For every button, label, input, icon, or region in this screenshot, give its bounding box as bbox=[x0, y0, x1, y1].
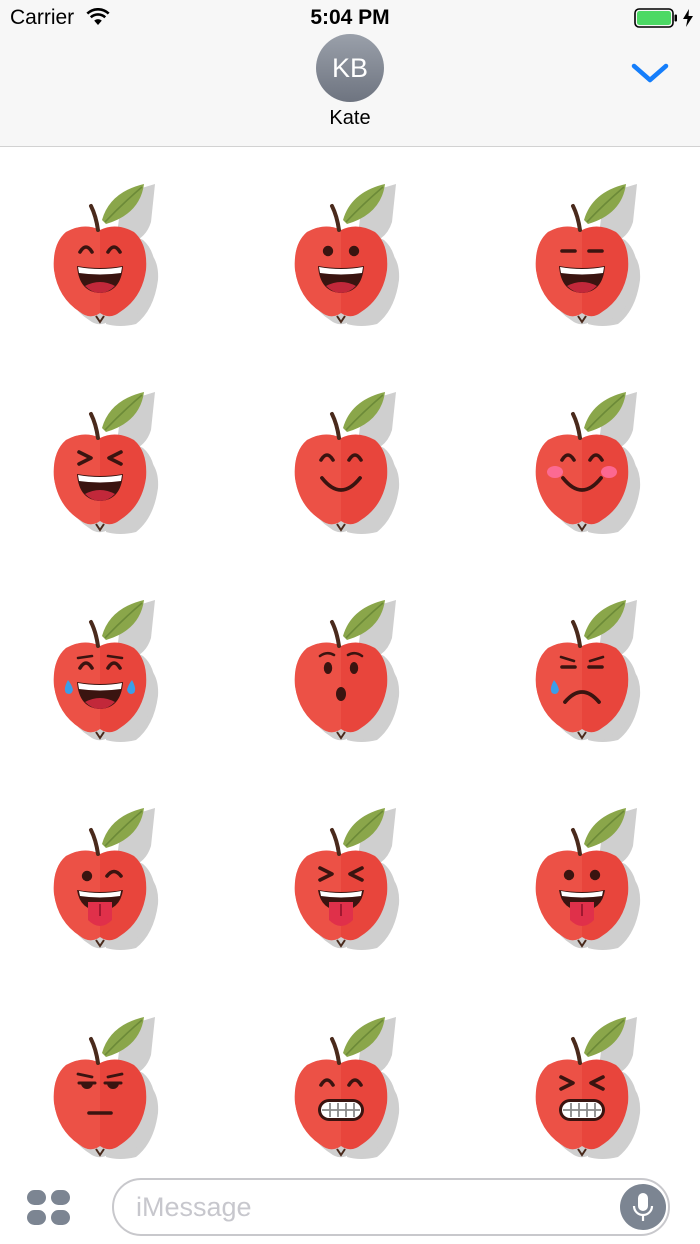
apple-sticker-icon bbox=[53, 392, 159, 534]
sticker-grid bbox=[0, 147, 700, 1167]
charging-bolt-icon bbox=[682, 8, 694, 33]
apple-sticker-icon bbox=[535, 1017, 641, 1159]
chevron-down-icon bbox=[631, 63, 669, 83]
battery-icon bbox=[634, 8, 678, 33]
sticker-surprised[interactable] bbox=[291, 596, 401, 746]
status-bar: Carrier 5:04 PM bbox=[0, 0, 700, 36]
apple-sticker-icon bbox=[53, 184, 159, 326]
sticker-sad-tear[interactable] bbox=[532, 596, 642, 746]
collapse-button[interactable] bbox=[628, 58, 672, 90]
sticker-dot-tongue[interactable] bbox=[532, 804, 642, 954]
sticker-grimace[interactable] bbox=[291, 1013, 401, 1163]
sticker-grin-dot-eyes[interactable] bbox=[291, 180, 401, 330]
apple-sticker-icon bbox=[294, 1017, 400, 1159]
sticker-squint-tongue[interactable] bbox=[291, 804, 401, 954]
apple-sticker-icon bbox=[53, 1017, 159, 1159]
sticker-grin-flat-eyes[interactable] bbox=[532, 180, 642, 330]
microphone-icon bbox=[632, 1193, 654, 1221]
sticker-tears-of-joy[interactable] bbox=[50, 596, 160, 746]
sticker-squint-grimace[interactable] bbox=[532, 1013, 642, 1163]
apple-sticker-icon bbox=[535, 184, 641, 326]
sticker-blush-smile[interactable] bbox=[532, 388, 642, 538]
sticker-smile[interactable] bbox=[291, 388, 401, 538]
sticker-squint-laugh[interactable] bbox=[50, 388, 160, 538]
app-drawer-button[interactable] bbox=[26, 1189, 72, 1227]
conversation-header: KB Kate bbox=[0, 34, 700, 147]
contact-name[interactable]: Kate bbox=[0, 107, 700, 130]
apple-sticker-icon bbox=[294, 184, 400, 326]
microphone-button[interactable] bbox=[620, 1184, 666, 1230]
apple-sticker-icon bbox=[294, 600, 400, 742]
status-time: 5:04 PM bbox=[310, 6, 390, 29]
apple-sticker-icon bbox=[53, 600, 159, 742]
sticker-unamused[interactable] bbox=[50, 1013, 160, 1163]
sticker-wink-tongue[interactable] bbox=[50, 804, 160, 954]
apple-sticker-icon bbox=[535, 600, 641, 742]
apple-sticker-icon bbox=[53, 808, 159, 950]
imessage-input[interactable] bbox=[112, 1178, 670, 1236]
apple-sticker-icon bbox=[535, 808, 641, 950]
apple-sticker-icon bbox=[294, 808, 400, 950]
apple-sticker-icon bbox=[535, 392, 641, 534]
apple-sticker-icon bbox=[294, 392, 400, 534]
app-drawer-icon bbox=[27, 1190, 70, 1225]
sticker-happy-smile-teeth[interactable] bbox=[50, 180, 160, 330]
message-input-bar bbox=[0, 1167, 700, 1244]
avatar[interactable]: KB bbox=[316, 34, 384, 102]
